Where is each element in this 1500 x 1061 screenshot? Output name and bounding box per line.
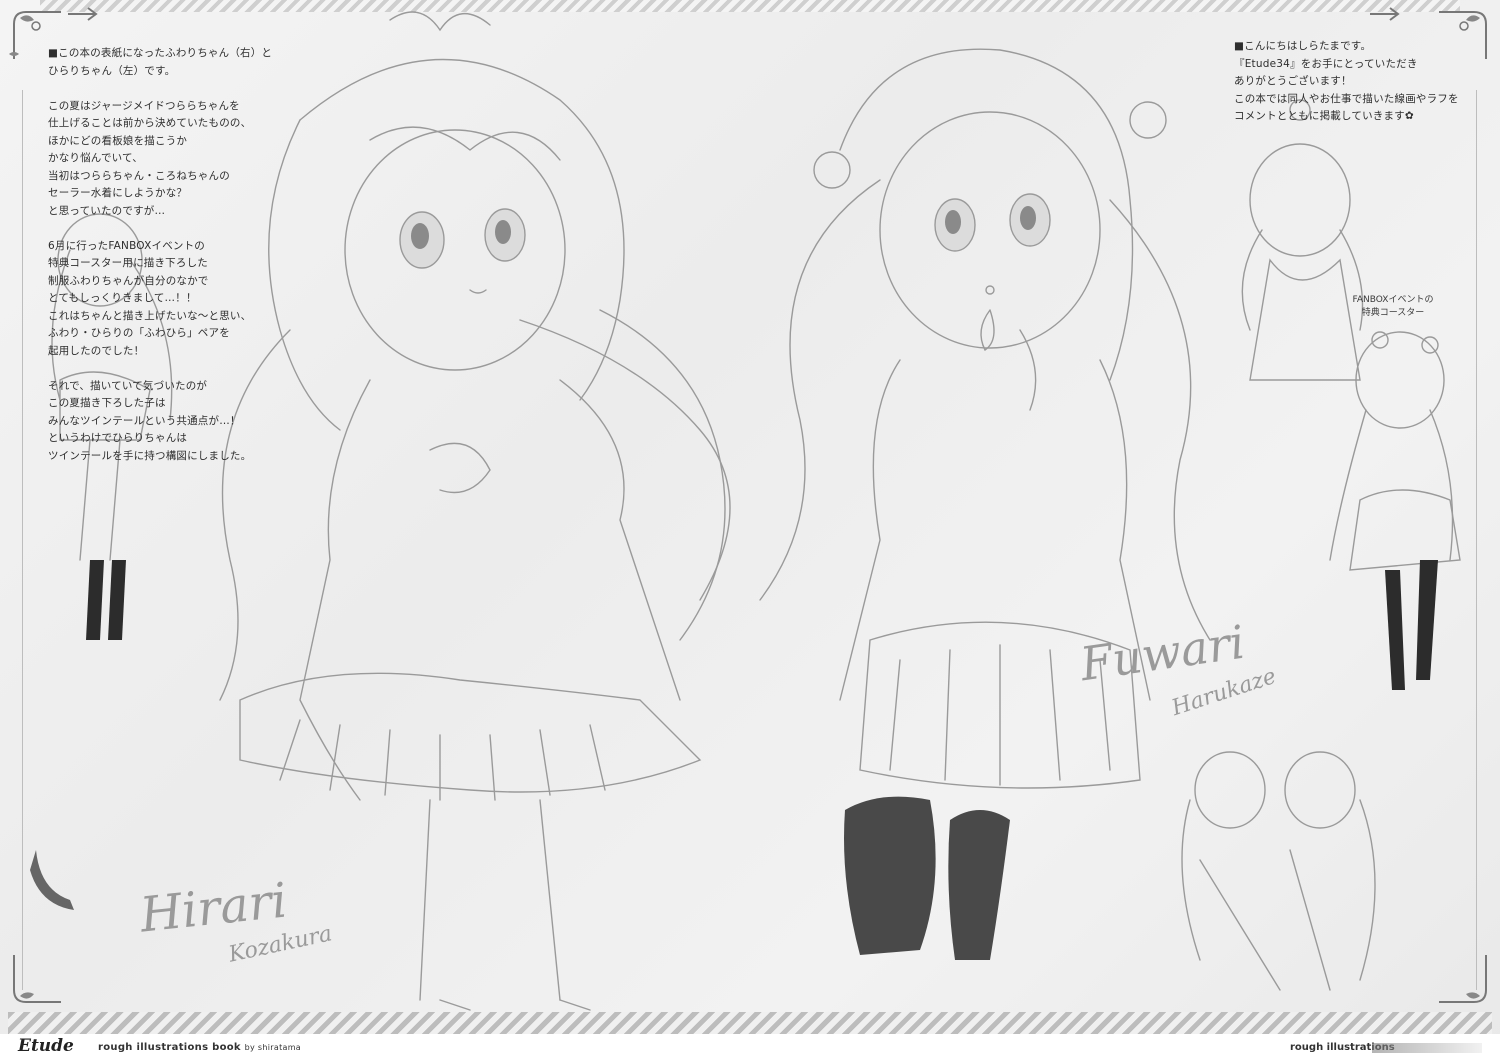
artbook-spread: Fuwari Harukaze Hirari Kozakura ■この本の表紙に… <box>0 0 1500 1061</box>
coaster-caption: FANBOXイベントの 特典コースター <box>1338 294 1448 320</box>
left-line: ふわり・ひらりの「ふわひら」ペアを <box>48 327 230 339</box>
right-line: この本では同人やお仕事で描いた線画やラフを <box>1234 92 1459 105</box>
left-line: これはちゃんと描き上げたいな〜と思い、 <box>48 309 252 322</box>
left-line: この夏描き下ろした子は <box>48 397 166 409</box>
right-line: ありがとうございます！ <box>1234 75 1352 87</box>
left-line <box>48 220 288 238</box>
left-line: 特典コースター用に描き下ろした <box>48 257 208 269</box>
left-line: セーラー水着にしようかな？ <box>48 187 188 199</box>
left-line: と思っていたのですが… <box>48 204 166 217</box>
left-line: ■この本の表紙になったふわりちゃん（右）と <box>48 47 273 59</box>
small-standing-figure <box>1329 331 1461 571</box>
left-line: 当初はつららちゃん・ころねちゃんの <box>48 169 230 182</box>
hirari-figure <box>219 11 731 1011</box>
left-line: ほかにどの看板娘を描こうか <box>48 134 188 147</box>
left-line: この夏はジャージメイドつららちゃんを <box>48 99 240 112</box>
left-line: ツインテールを手に持つ構図にしました。 <box>48 449 252 462</box>
left-line: かなり悩んでいて、 <box>48 152 143 164</box>
left-line: というわけでひらりちゃんは <box>48 432 188 444</box>
footer-author: by shiratama <box>244 1043 302 1052</box>
left-line: とてもしっくりきまして…！！ <box>48 292 197 304</box>
left-line <box>48 80 288 98</box>
footer-subtitle-text: rough illustrations book <box>98 1042 241 1053</box>
footer-brand-logo: Etude <box>18 1036 74 1056</box>
caption-line: 特典コースター <box>1361 308 1425 318</box>
footer-subtitle: rough illustrations book by shiratama <box>98 1042 301 1053</box>
right-line: ■こんにちはしらたまです。 <box>1234 40 1372 52</box>
left-line: 制服ふわりちゃんが自分のなかで <box>48 274 209 287</box>
caption-line: FANBOXイベントの <box>1352 295 1434 305</box>
left-commentary: ■この本の表紙になったふわりちゃん（右）と ひらりちゃん（左）です。 この夏はジ… <box>48 45 288 465</box>
right-commentary: ■こんにちはしらたまです。 『Etude34』をお手にとっていただき ありがとう… <box>1234 38 1484 126</box>
left-line: 起用したのでした！ <box>48 344 145 357</box>
left-line: ひらりちゃん（左）です。 <box>48 64 176 77</box>
left-line: みんなツインテールという共通点が…！ <box>48 414 241 427</box>
left-line: 6月に行ったFANBOXイベントの <box>48 239 205 252</box>
right-line: コメントとともに掲載していきます✿ <box>1234 110 1414 122</box>
left-line <box>48 360 288 378</box>
left-line: 仕上げることは前から決めていたものの、 <box>48 117 252 129</box>
left-line: それで、描いていて気づいたのが <box>48 379 208 392</box>
small-coaster-figure <box>1241 99 1364 381</box>
footer-fade-decoration <box>1372 1043 1482 1053</box>
small-duo-sketch <box>1181 751 1376 991</box>
right-line: 『Etude34』をお手にとっていただき <box>1234 57 1418 70</box>
